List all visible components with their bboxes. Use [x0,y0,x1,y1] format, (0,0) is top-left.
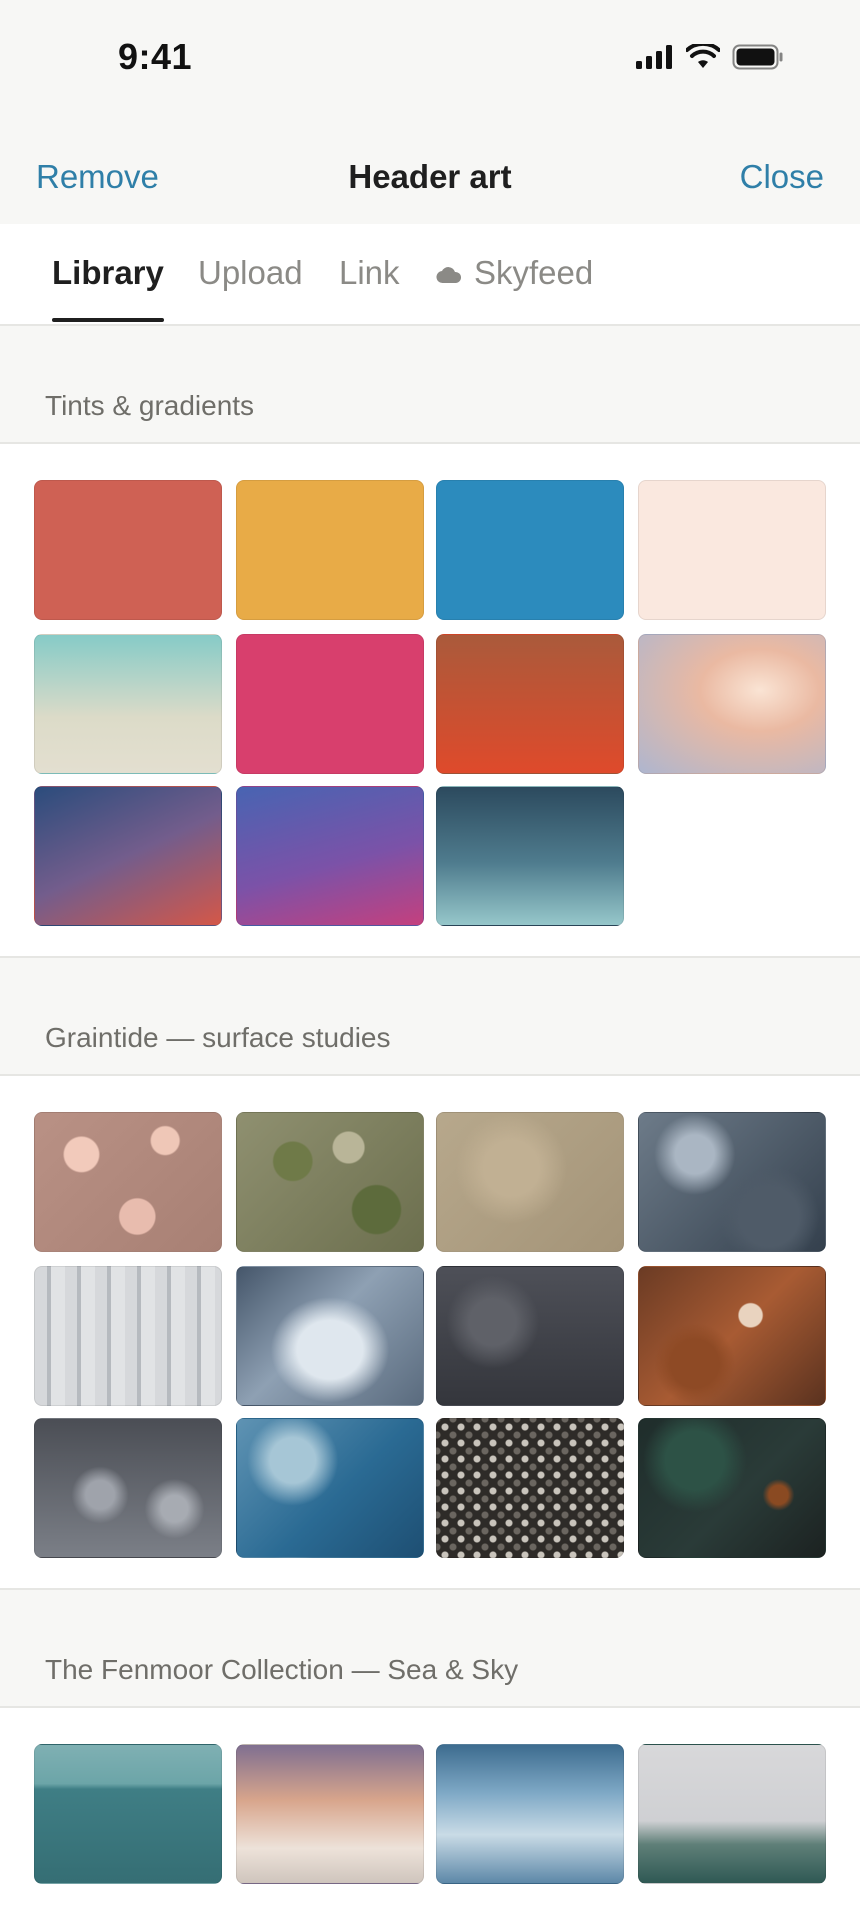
section-header-graintide: Graintide — surface studies [0,958,860,1076]
swatch-texture-pebble-gravel[interactable] [436,1418,624,1558]
section-title: The Fenmoor Collection — Sea & Sky [45,1654,519,1685]
swatch-texture-white-drip[interactable] [34,1266,222,1406]
swatch-texture-sand-stone[interactable] [436,1112,624,1252]
swatch-solid-red[interactable] [34,480,222,620]
swatch-gradient-rust-orange[interactable] [436,634,624,774]
page-title: Header art [348,158,512,195]
section-title: Tints & gradients [45,390,255,421]
swatch-texture-blue-droplets[interactable] [236,1418,424,1558]
swatch-texture-pewter-swirl[interactable] [34,1418,222,1558]
tab-label: Skyfeed [474,254,594,291]
tab-upload[interactable]: Upload [198,254,303,292]
swatch-photo-cloudy-sky[interactable] [436,1744,624,1884]
swatch-solid-pink[interactable] [236,634,424,774]
tints-gradients-grid [0,444,860,958]
graintide-grid [0,1076,860,1590]
tab-link[interactable]: Link [339,254,400,292]
wifi-icon [685,41,721,75]
close-button[interactable]: Close [740,158,824,196]
swatch-texture-frost-glass[interactable] [236,1266,424,1406]
status-icons [636,41,784,75]
tab-label: Library [52,254,164,291]
tab-label: Upload [198,254,303,291]
cellular-signal-icon [636,44,674,74]
tab-skyfeed[interactable]: Skyfeed [436,254,593,292]
cloud-icon [436,254,462,292]
active-tab-indicator [52,318,164,322]
tab-library[interactable]: Library [52,254,164,292]
status-time: 9:41 [118,36,193,77]
swatch-gradient-peach-glow[interactable] [638,634,826,774]
swatch-photo-stormy-waves[interactable] [638,1744,826,1884]
tab-bar: Library Upload Link Skyfeed [0,224,860,326]
section-title: Graintide — surface studies [45,1022,391,1053]
battery-icon [732,44,784,75]
nav-bar: Remove Header art Close [0,140,860,224]
swatch-photo-dusk-shore[interactable] [236,1744,424,1884]
swatch-texture-rust-patina[interactable] [638,1266,826,1406]
swatch-texture-rose-plaster[interactable] [34,1112,222,1252]
swatch-texture-verdigris-rust[interactable] [638,1418,826,1558]
swatch-solid-blue[interactable] [436,480,624,620]
swatch-gradient-slate-seafoam[interactable] [436,786,624,926]
swatch-gradient-indigo-magenta[interactable] [236,786,424,926]
swatch-solid-cream[interactable] [638,480,826,620]
swatch-texture-blue-grunge[interactable] [638,1112,826,1252]
status-bar: 9:41 [0,0,860,120]
swatch-texture-moss-peel[interactable] [236,1112,424,1252]
swatch-texture-charcoal-wall[interactable] [436,1266,624,1406]
tab-label: Link [339,254,400,291]
swatch-gradient-navy-coral[interactable] [34,786,222,926]
fenmoor-grid [0,1708,860,1908]
swatch-solid-yellow[interactable] [236,480,424,620]
section-header-tints: Tints & gradients [0,326,860,444]
swatch-photo-teal-sea[interactable] [34,1744,222,1884]
section-header-fenmoor: The Fenmoor Collection — Sea & Sky [0,1590,860,1708]
swatch-gradient-teal-sand[interactable] [34,634,222,774]
